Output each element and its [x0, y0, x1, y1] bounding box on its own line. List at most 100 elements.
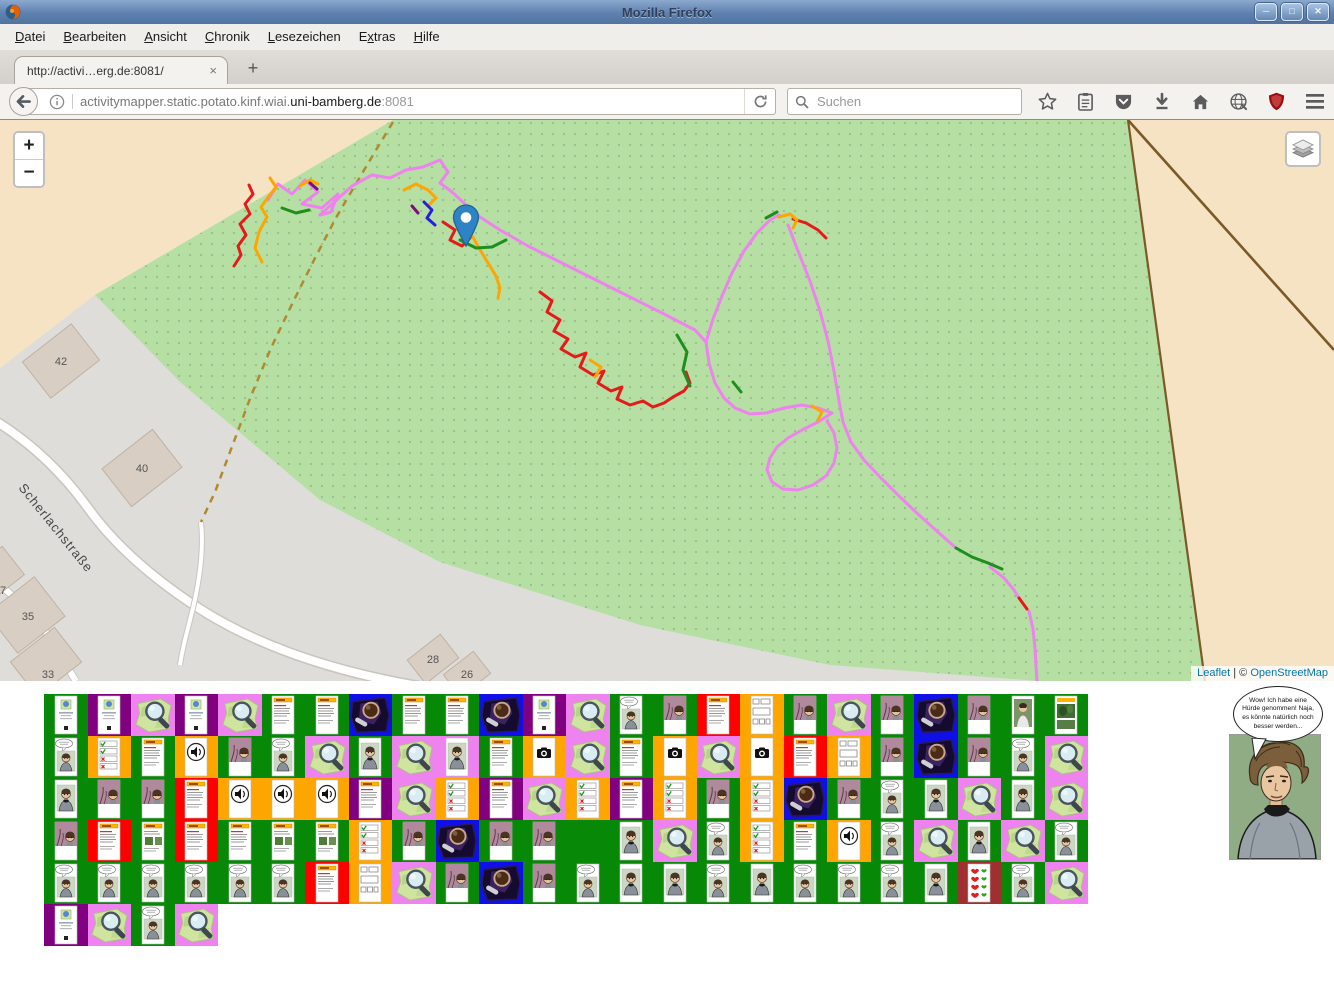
menu-item-hilfe[interactable]: Hilfe: [405, 24, 449, 50]
grid-tile-doc[interactable]: [610, 736, 654, 778]
grid-tile-doc[interactable]: [175, 778, 219, 820]
grid-tile-docP[interactable]: [262, 820, 306, 862]
grid-tile-dark[interactable]: [436, 820, 480, 862]
grid-tile-face[interactable]: [871, 736, 915, 778]
grid-tile-face[interactable]: [523, 862, 567, 904]
grid-tile-portrait[interactable]: [44, 778, 88, 820]
bookmark-star-icon[interactable]: [1030, 87, 1064, 117]
grid-tile-plain[interactable]: [566, 820, 610, 862]
grid-tile-docP[interactable]: [305, 820, 349, 862]
grid-tile-bubble[interactable]: [218, 862, 262, 904]
grid-tile-speaker[interactable]: [827, 820, 871, 862]
grid-tile-dark[interactable]: [914, 694, 958, 736]
ublock-shield-icon[interactable]: [1260, 87, 1294, 117]
grid-tile-bubble[interactable]: [175, 862, 219, 904]
grid-tile-bubble[interactable]: [44, 862, 88, 904]
grid-tile-doc[interactable]: [305, 862, 349, 904]
grid-tile-photo[interactable]: [1045, 694, 1089, 736]
grid-tile-dark[interactable]: [914, 736, 958, 778]
grid-tile-doc[interactable]: [262, 694, 306, 736]
grid-tile-form[interactable]: [827, 736, 871, 778]
maximize-button[interactable]: □: [1281, 3, 1303, 21]
zoom-out-button[interactable]: −: [15, 159, 43, 186]
grid-tile-face[interactable]: [697, 778, 741, 820]
grid-tile-doc[interactable]: [436, 694, 480, 736]
grid-tile-doc[interactable]: [131, 736, 175, 778]
grid-tile-bubble[interactable]: [88, 862, 132, 904]
grid-tile-doc[interactable]: [784, 820, 828, 862]
menu-item-bearbeiten[interactable]: Bearbeiten: [54, 24, 135, 50]
grid-tile-face[interactable]: [44, 820, 88, 862]
grid-tile-osm[interactable]: [1045, 736, 1089, 778]
grid-tile-speaker[interactable]: [218, 778, 262, 820]
search-input[interactable]: [815, 93, 1009, 110]
grid-tile-portrait[interactable]: [653, 862, 697, 904]
grid-tile-bubble[interactable]: [262, 862, 306, 904]
grid-tile-dark[interactable]: [349, 694, 393, 736]
grid-tile-osm[interactable]: [1001, 820, 1045, 862]
grid-tile-docP[interactable]: [131, 820, 175, 862]
grid-tile-portrait[interactable]: [610, 820, 654, 862]
grid-tile-portrait[interactable]: [436, 736, 480, 778]
grid-tile-photoP[interactable]: [1001, 694, 1045, 736]
minimize-button[interactable]: ─: [1255, 3, 1277, 21]
grid-tile-bubble[interactable]: [44, 736, 88, 778]
grid-tile-check[interactable]: [740, 778, 784, 820]
grid-tile-bubble[interactable]: [1045, 820, 1089, 862]
grid-tile-doc[interactable]: [479, 736, 523, 778]
grid-tile-camera[interactable]: [653, 736, 697, 778]
layers-control[interactable]: [1285, 131, 1321, 167]
grid-tile-portrait[interactable]: [349, 736, 393, 778]
grid-tile-face[interactable]: [871, 694, 915, 736]
grid-tile-osm[interactable]: [88, 904, 132, 946]
grid-tile-face[interactable]: [653, 694, 697, 736]
reload-button[interactable]: [744, 89, 775, 114]
grid-tile-speaker[interactable]: [262, 778, 306, 820]
grid-tile-bubble[interactable]: [784, 862, 828, 904]
grid-tile-face[interactable]: [523, 820, 567, 862]
grid-tile-check[interactable]: [653, 778, 697, 820]
grid-tile-doc[interactable]: [784, 736, 828, 778]
grid-tile-osm[interactable]: [131, 694, 175, 736]
grid-tile-dark[interactable]: [784, 778, 828, 820]
grid-tile-portrait[interactable]: [740, 862, 784, 904]
site-info-icon[interactable]: [49, 94, 65, 110]
grid-tile-osm[interactable]: [392, 862, 436, 904]
grid-tile-osm[interactable]: [175, 904, 219, 946]
back-button[interactable]: [9, 87, 38, 116]
grid-tile-osm[interactable]: [958, 778, 1002, 820]
grid-tile-bubble[interactable]: [131, 904, 175, 946]
grid-tile-doc[interactable]: [88, 820, 132, 862]
grid-tile-osm[interactable]: [523, 778, 567, 820]
grid-tile-bubble[interactable]: [610, 694, 654, 736]
grid-tile-bubble[interactable]: [871, 778, 915, 820]
grid-tile-bubble[interactable]: [131, 862, 175, 904]
grid-tile-face[interactable]: [827, 778, 871, 820]
grid-tile-osm[interactable]: [653, 820, 697, 862]
grid-tile-face[interactable]: [131, 778, 175, 820]
close-button[interactable]: ✕: [1307, 3, 1329, 21]
grid-tile-osm[interactable]: [392, 778, 436, 820]
grid-tile-osm[interactable]: [218, 694, 262, 736]
menu-item-chronik[interactable]: Chronik: [196, 24, 259, 50]
grid-tile-bubble[interactable]: [1001, 862, 1045, 904]
zoom-in-button[interactable]: +: [15, 133, 43, 159]
grid-tile-app[interactable]: [44, 694, 88, 736]
grid-tile-doc[interactable]: [305, 694, 349, 736]
grid-tile-doc[interactable]: [349, 778, 393, 820]
grid-tile-portrait[interactable]: [914, 862, 958, 904]
grid-tile-doc[interactable]: [610, 778, 654, 820]
grid-tile-osm[interactable]: [914, 820, 958, 862]
grid-tile-doc[interactable]: [697, 694, 741, 736]
grid-tile-face[interactable]: [479, 820, 523, 862]
grid-tile-osm[interactable]: [697, 736, 741, 778]
grid-tile-check[interactable]: [436, 778, 480, 820]
menu-item-ansicht[interactable]: Ansicht: [135, 24, 196, 50]
grid-tile-bubble[interactable]: [697, 862, 741, 904]
grid-tile-bubble[interactable]: [697, 820, 741, 862]
menu-item-lesezeichen[interactable]: Lesezeichen: [259, 24, 350, 50]
grid-tile-form[interactable]: [740, 694, 784, 736]
home-icon[interactable]: [1183, 87, 1217, 117]
grid-tile-portrait[interactable]: [958, 820, 1002, 862]
grid-tile-app[interactable]: [88, 694, 132, 736]
